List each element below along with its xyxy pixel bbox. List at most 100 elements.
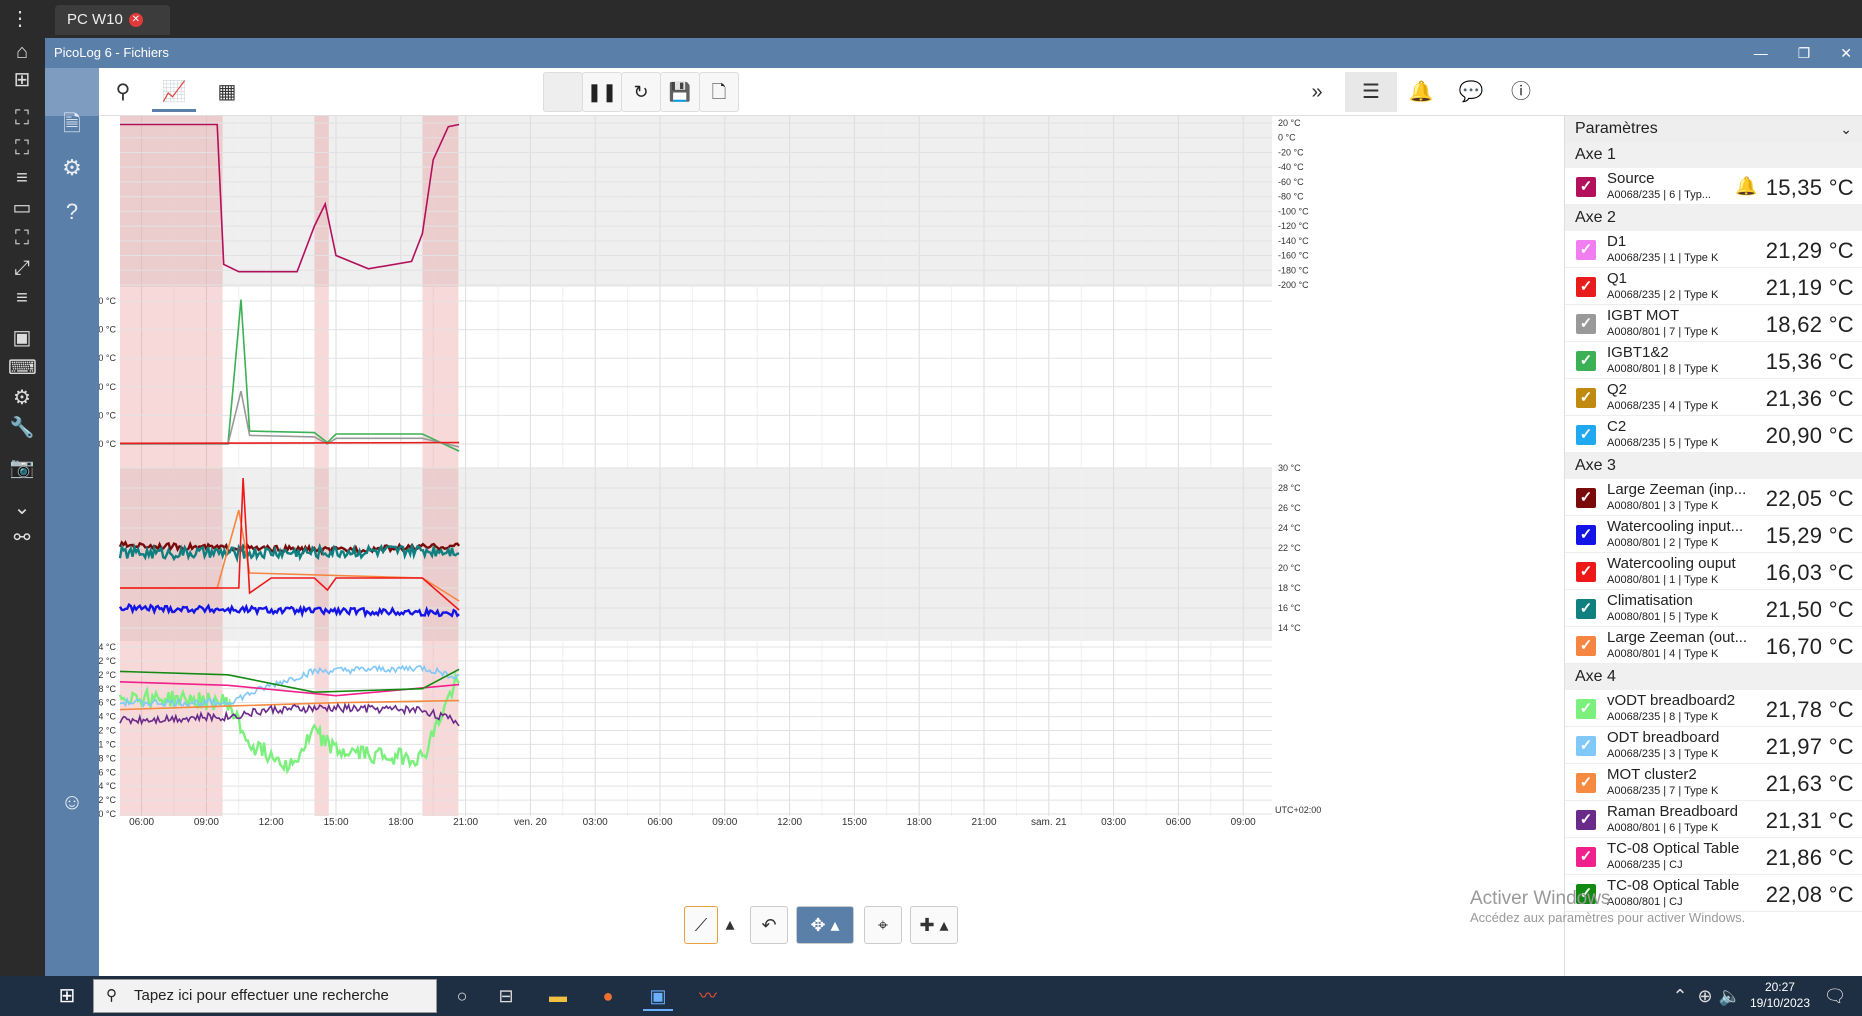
channel-row[interactable]: ✓ Watercooling input... A0080/801 | 2 | Ty… — [1565, 516, 1862, 553]
fullscreen-icon[interactable]: ⛶ — [8, 134, 36, 162]
channel-checkbox[interactable]: ✓ — [1576, 699, 1596, 719]
firefox-icon[interactable]: ● — [593, 981, 623, 1011]
menu-icon[interactable]: ⋮ — [10, 6, 30, 31]
settings-icon[interactable]: ⚙ — [8, 384, 36, 412]
channel-row[interactable]: ✓ Watercooling ouput A0080/801 | 1 | Type … — [1565, 553, 1862, 590]
channel-row[interactable]: ✓ Raman Breadboard A0080/801 | 6 | Type K 2… — [1565, 801, 1862, 838]
channel-row[interactable]: ✓ Source A0068/235 | 6 | Typ... 15,35 °C 🔔 — [1565, 168, 1862, 205]
axis-header[interactable]: Axe 4 — [1565, 664, 1862, 690]
channel-checkbox[interactable]: ✓ — [1576, 847, 1596, 867]
channel-row[interactable]: ✓ TC-08 Optical Table A0068/235 | CJ 21,86 … — [1565, 838, 1862, 875]
crosshair-button[interactable]: ⌖ — [864, 906, 902, 944]
taskbar-clock[interactable]: 20:27 19/10/2023 — [1750, 979, 1810, 1011]
tab-graph[interactable]: 📈 — [152, 72, 196, 112]
channel-row[interactable]: ✓ TC-08 Optical Table A0080/801 | CJ 22,08 … — [1565, 875, 1862, 912]
keyboard-icon[interactable]: ⌨ — [8, 354, 37, 382]
chart-area[interactable]: 06:00 09:00 12:00 15:00 18:00 21:00 ven. 20 03:… — [86, 116, 1564, 976]
help-icon[interactable]: ? — [58, 198, 86, 226]
channel-checkbox[interactable]: ✓ — [1576, 773, 1596, 793]
channel-row[interactable]: ✓ Climatisation A0080/801 | 5 | Type K 21,5… — [1565, 590, 1862, 627]
screen-icon[interactable]: ▭ — [8, 194, 36, 222]
channel-checkbox[interactable]: ✓ — [1576, 240, 1596, 260]
file-explorer-icon[interactable]: ▬ — [543, 981, 573, 1011]
auto-scale-button[interactable]: ⟋ — [684, 906, 718, 944]
windows-start-icon[interactable]: ⊞ — [52, 981, 82, 1011]
save-button[interactable]: 💾 — [660, 72, 700, 112]
list-icon[interactable]: ≡ — [8, 164, 36, 192]
channel-row[interactable]: ✓ MOT cluster2 A0068/235 | 7 | Type K 21,63… — [1565, 764, 1862, 801]
maximize-icon[interactable]: ❐ — [1798, 38, 1811, 68]
camera-icon[interactable]: 📷 — [8, 454, 36, 482]
axis-header[interactable]: Axe 1 — [1565, 142, 1862, 168]
app-icon[interactable]: 〰 — [693, 981, 723, 1011]
axis-header[interactable]: Axe 2 — [1565, 205, 1862, 231]
pan-button[interactable]: ✥ ▴ — [796, 906, 854, 944]
lines-icon[interactable]: ≡ — [8, 284, 36, 312]
task-view-icon[interactable]: ○ — [447, 981, 477, 1011]
panel-header[interactable]: Paramètres ⌄ — [1565, 116, 1862, 142]
channel-checkbox[interactable]: ✓ — [1576, 810, 1596, 830]
channel-row[interactable]: ✓ ODT breadboard A0068/235 | 3 | Type K 21,… — [1565, 727, 1862, 764]
time-series-chart[interactable]: 06:00 09:00 12:00 15:00 18:00 21:00 ven. 20 03:… — [86, 116, 1564, 976]
window-icon[interactable]: ▣ — [8, 324, 36, 352]
channel-row[interactable]: ✓ IGBT MOT A0080/801 | 7 | Type K 18,62 °C — [1565, 305, 1862, 342]
channel-checkbox[interactable]: ✓ — [1576, 562, 1596, 582]
channel-checkbox[interactable]: ✓ — [1576, 884, 1596, 904]
channel-checkbox[interactable]: ✓ — [1576, 736, 1596, 756]
notes-icon[interactable]: 💬 — [1449, 72, 1493, 112]
add-window-icon[interactable]: ⊞ — [8, 66, 36, 94]
channel-checkbox[interactable]: ✓ — [1576, 488, 1596, 508]
usb-icon[interactable]: ⚲ — [101, 72, 145, 112]
feedback-icon[interactable]: ☺ — [58, 788, 86, 816]
chevron-down-icon[interactable]: ⌄ — [8, 494, 36, 522]
disconnect-icon[interactable]: ⚯ — [8, 524, 36, 552]
expand-icon[interactable]: ⤢ — [8, 254, 36, 282]
speaker-icon[interactable]: 🔈 — [1715, 981, 1745, 1011]
file-icon[interactable]: 🗎 — [58, 110, 86, 138]
channel-checkbox[interactable]: ✓ — [1576, 525, 1596, 545]
info-icon[interactable]: ⓘ — [1499, 72, 1543, 112]
channel-checkbox[interactable]: ✓ — [1576, 599, 1596, 619]
tab-table[interactable]: ▦ — [205, 72, 249, 112]
channel-list-icon[interactable]: ☰ — [1345, 72, 1397, 112]
home-icon[interactable]: ⌂ — [8, 38, 36, 66]
notifications-icon[interactable]: 🗨 — [1820, 981, 1850, 1011]
channel-checkbox[interactable]: ✓ — [1576, 177, 1596, 197]
close-icon[interactable]: ✕ — [1840, 38, 1852, 68]
widgets-icon[interactable]: ⊟ — [491, 981, 521, 1011]
channel-checkbox[interactable]: ✓ — [1576, 636, 1596, 656]
annotation-button[interactable]: ✚ ▴ — [910, 906, 958, 944]
channel-row[interactable]: ✓ Q2 A0068/235 | 4 | Type K 21,36 °C — [1565, 379, 1862, 416]
channel-checkbox[interactable]: ✓ — [1576, 388, 1596, 408]
channel-row[interactable]: ✓ Large Zeeman (inp... A0080/801 | 3 | Typ… — [1565, 479, 1862, 516]
pause-button[interactable]: ❚❚ — [582, 72, 622, 112]
collapse-panel-icon[interactable]: » — [1295, 72, 1339, 112]
channel-checkbox[interactable]: ✓ — [1576, 351, 1596, 371]
channel-row[interactable]: ✓ D1 A0068/235 | 1 | Type K 21,29 °C — [1565, 231, 1862, 268]
fit-screen-icon[interactable]: ⛶ — [8, 224, 36, 252]
select-region-icon[interactable]: ⛶ — [8, 104, 36, 132]
axis-header[interactable]: Axe 3 — [1565, 453, 1862, 479]
channel-checkbox[interactable]: ✓ — [1576, 277, 1596, 297]
picolog-icon[interactable]: ▣ — [643, 981, 673, 1011]
channel-checkbox[interactable]: ✓ — [1576, 314, 1596, 334]
restart-button[interactable]: ↻ — [621, 72, 661, 112]
channel-row[interactable]: ✓ vODT breadboard2 A0068/235 | 8 | Type K 2… — [1565, 690, 1862, 727]
channel-row[interactable]: ✓ IGBT1&2 A0080/801 | 8 | Type K 15,36 °C — [1565, 342, 1862, 379]
wrench-icon[interactable]: 🔧 — [8, 414, 36, 442]
channel-row[interactable]: ✓ Q1 A0068/235 | 2 | Type K 21,19 °C — [1565, 268, 1862, 305]
close-tab-icon[interactable]: ✕ — [128, 13, 143, 28]
export-button[interactable]: 🗋 — [699, 72, 739, 112]
blank-button[interactable] — [543, 72, 583, 112]
minimize-icon[interactable]: — — [1754, 38, 1768, 68]
chevron-down-icon[interactable]: ⌄ — [1840, 116, 1852, 142]
gear-icon[interactable]: ⚙ — [58, 154, 86, 182]
taskbar-search-input[interactable]: ⚲ Tapez ici pour effectuer une recherche — [93, 979, 437, 1013]
auto-scale-menu-icon[interactable]: ▴ — [720, 906, 740, 944]
channel-row[interactable]: ✓ C2 A0068/235 | 5 | Type K 20,90 °C — [1565, 416, 1862, 453]
channel-checkbox[interactable]: ✓ — [1576, 425, 1596, 445]
undo-button[interactable]: ↶ — [750, 906, 788, 944]
alarm-bell-icon[interactable]: 🔔 — [1399, 72, 1443, 112]
remote-tab[interactable]: PC W10 ✕ — [55, 5, 170, 35]
channel-row[interactable]: ✓ Large Zeeman (out... A0080/801 | 4 | Typ… — [1565, 627, 1862, 664]
